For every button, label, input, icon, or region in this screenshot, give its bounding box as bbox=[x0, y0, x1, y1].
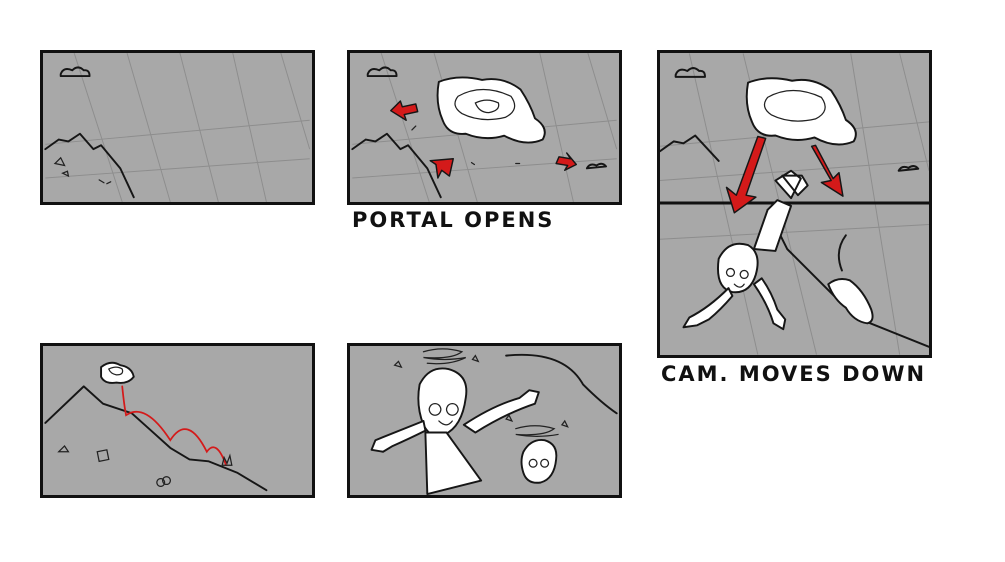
bounce-path bbox=[121, 385, 227, 467]
arrow-right-icon bbox=[555, 152, 578, 171]
storyboard-panel-3 bbox=[657, 50, 932, 358]
panel-4-sketch bbox=[44, 361, 268, 492]
dizzy-swirl bbox=[422, 348, 467, 365]
panel-2-sketch bbox=[351, 53, 618, 202]
storyboard-panel-2 bbox=[347, 50, 622, 205]
arrow-left-icon bbox=[390, 100, 419, 122]
caption-portal-opens: PORTAL OPENS bbox=[352, 208, 555, 232]
dizzy-boy bbox=[417, 367, 468, 437]
panel-1-sketch bbox=[44, 53, 311, 202]
cloud-icon bbox=[674, 67, 706, 78]
falling-dog bbox=[827, 278, 874, 325]
arrow-down-icon bbox=[429, 158, 454, 179]
falling-boy bbox=[717, 242, 759, 294]
portal-icon bbox=[436, 76, 546, 144]
cloud-icon bbox=[59, 66, 91, 78]
panel-5-sketch bbox=[370, 348, 618, 495]
cloud-icon bbox=[366, 66, 398, 78]
storyboard-panel-5 bbox=[347, 343, 622, 498]
caption-cam-moves-down: CAM. MOVES DOWN bbox=[661, 362, 927, 386]
storyboard-panel-4 bbox=[40, 343, 315, 498]
small-portal-icon bbox=[100, 361, 135, 384]
arrow-down-right-icon bbox=[810, 144, 844, 197]
panel-3-sketch bbox=[660, 53, 929, 355]
portal-icon bbox=[745, 77, 857, 146]
dizzy-dog bbox=[520, 439, 558, 484]
storyboard-panel-1 bbox=[40, 50, 315, 205]
arrow-down-left-icon bbox=[725, 135, 767, 214]
